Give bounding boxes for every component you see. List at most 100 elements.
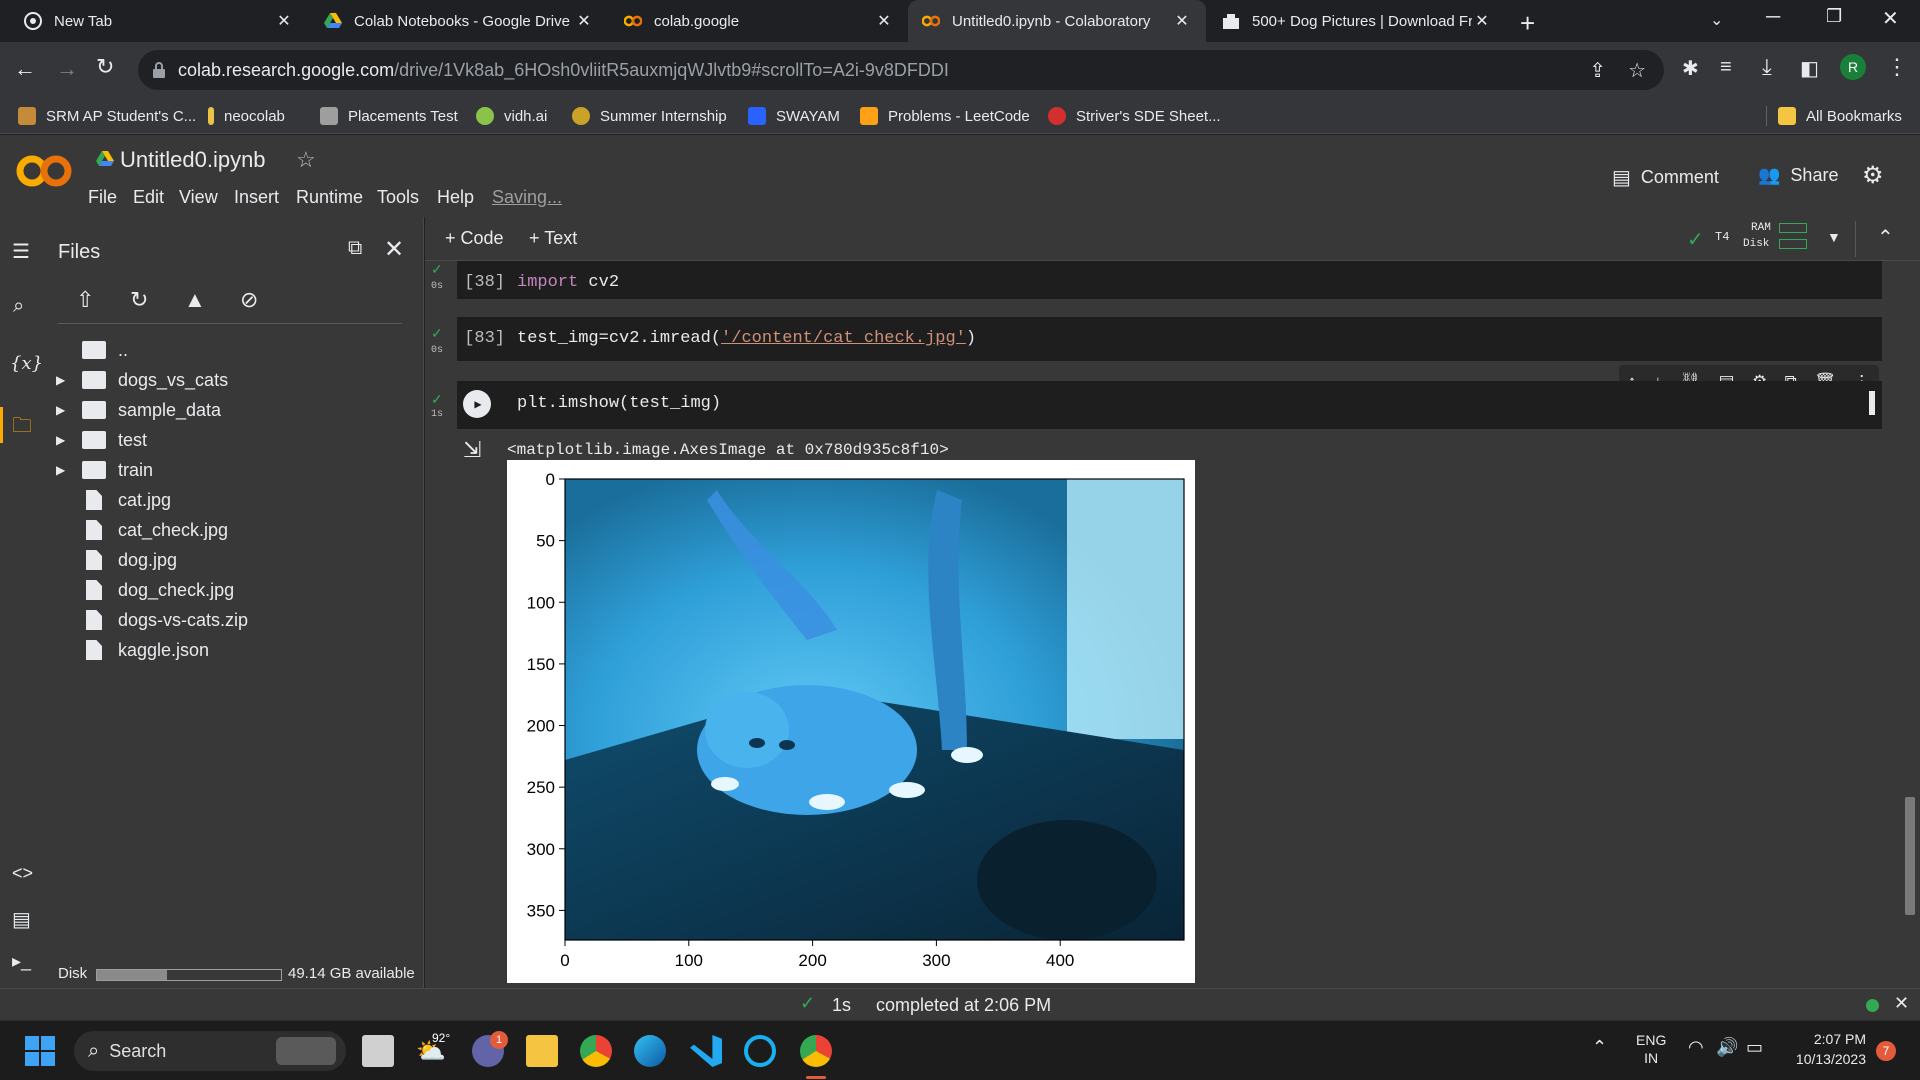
folder-item[interactable]: ▶ test [56,427,147,453]
folder-item[interactable]: ▶ dogs_vs_cats [56,367,228,393]
notebook-scrollbar[interactable] [1905,797,1915,915]
forward-arrow-icon[interactable]: → [56,56,78,82]
windows-start-icon[interactable] [24,1035,56,1067]
tab-untitled0-colaboratory[interactable]: Untitled0.ipynb - Colaboratory ✕ [908,0,1206,42]
star-icon[interactable]: ☆ [296,147,316,173]
taskbar-search[interactable]: ⌕ Search [74,1031,346,1071]
hide-files-icon[interactable]: ⊘ [240,287,258,313]
menu-help[interactable]: Help [437,187,474,208]
new-tab-button[interactable]: + [1520,8,1535,39]
tab-colab-google[interactable]: colab.google ✕ [610,0,908,42]
folder-item[interactable]: ▶ train [56,457,153,483]
tab-new-tab[interactable]: New Tab ✕ [10,0,308,42]
close-icon[interactable]: ✕ [1172,11,1192,31]
window-close-button[interactable]: ✕ [1882,6,1899,31]
bookmark-star-icon[interactable]: ☆ [1628,58,1646,83]
code-snippets-icon[interactable]: <> [12,863,33,884]
code-cell-active[interactable]: ▶ plt.imshow(test_img) [457,381,1882,429]
tab-search-icon[interactable]: ⌄ [1710,10,1723,30]
close-icon[interactable]: ✕ [274,11,294,31]
menu-runtime[interactable]: Runtime [296,187,363,208]
upload-icon[interactable]: ⇧ [76,287,94,313]
menu-edit[interactable]: Edit [133,187,164,208]
code-line[interactable]: plt.imshow(test_img) [517,394,721,413]
vscode-icon[interactable] [690,1035,722,1067]
saving-status[interactable]: Saving... [492,187,562,208]
tab-colab-notebooks-drive[interactable]: Colab Notebooks - Google Drive ✕ [310,0,608,42]
collapse-header-icon[interactable]: ⌃ [1877,225,1894,250]
browser-menu-icon[interactable]: ⋮ [1886,54,1908,80]
bookmark-leetcode[interactable]: Problems - LeetCode [860,98,1030,134]
menu-file[interactable]: File [88,187,117,208]
file-item[interactable]: cat.jpg [82,487,171,513]
runtime-type[interactable]: T4 [1715,230,1729,244]
restore-button[interactable]: ❐ [1826,6,1842,27]
search-icon[interactable]: ⌕ [13,295,24,318]
caret-right-icon[interactable]: ▶ [56,433,65,447]
folder-item[interactable]: ▶ sample_data [56,397,221,423]
battery-icon[interactable]: ▭ [1746,1037,1763,1058]
bookmark-placements-test[interactable]: Placements Test [320,98,458,134]
colab-logo-icon[interactable] [16,153,72,189]
code-line[interactable]: test_img=cv2.imread('/content/cat_check.… [517,329,976,348]
bookmark-srm[interactable]: SRM AP Student's C... [18,98,196,134]
task-view-icon[interactable] [362,1035,394,1067]
file-item[interactable]: dogs-vs-cats.zip [82,607,248,633]
address-bar[interactable]: colab.research.google.com/drive/1Vk8ab_6… [138,50,1664,90]
code-cell[interactable]: [38] import cv2 [457,261,1882,299]
settings-gear-icon[interactable]: ⚙ [1862,161,1884,190]
show-hidden-icons[interactable]: ⌃ [1592,1037,1607,1058]
file-item[interactable]: dog.jpg [82,547,177,573]
runtime-dropdown-icon[interactable]: ▼ [1827,229,1841,245]
command-palette-icon[interactable]: ▤ [12,907,31,932]
cortana-icon[interactable] [744,1035,776,1067]
add-text-button[interactable]: + Text [529,228,577,249]
google-drive-icon[interactable] [96,151,114,167]
caret-right-icon[interactable]: ▶ [56,403,65,417]
terminal-icon[interactable]: ▸_ [12,951,31,972]
download-icon[interactable]: ⤓ [1762,54,1772,80]
side-panel-icon[interactable]: ◧ [1800,56,1819,81]
open-in-tab-icon[interactable]: ⧉ [348,237,362,260]
chrome-icon[interactable] [580,1035,612,1067]
menu-insert[interactable]: Insert [234,187,279,208]
file-item[interactable]: kaggle.json [82,637,209,663]
close-panel-icon[interactable]: ✕ [384,235,404,264]
variables-icon[interactable]: {x} [10,353,43,374]
add-code-button[interactable]: + Code [445,228,504,249]
bookmark-neocolab[interactable]: neocolab [208,98,285,134]
caret-right-icon[interactable]: ▶ [56,373,65,387]
reload-icon[interactable]: ↻ [96,54,114,80]
close-icon[interactable]: ✕ [1472,11,1492,31]
back-arrow-icon[interactable]: ← [14,56,36,82]
tab-dog-pictures[interactable]: 500+ Dog Pictures | Download Free ✕ [1208,0,1506,42]
code-cell[interactable]: [83] test_img=cv2.imread('/content/cat_c… [457,317,1882,361]
clock[interactable]: 2:07 PM 10/13/2023 [1784,1029,1866,1069]
mount-drive-icon[interactable]: ▲ [184,287,206,313]
caret-right-icon[interactable]: ▶ [56,463,65,477]
edge-icon[interactable] [634,1035,666,1067]
menu-view[interactable]: View [179,187,218,208]
notification-badge[interactable]: 7 [1876,1041,1896,1061]
all-bookmarks[interactable]: All Bookmarks [1778,98,1902,134]
share-page-icon[interactable]: ⇪ [1589,58,1606,83]
file-item[interactable]: dog_check.jpg [82,577,234,603]
table-of-contents-icon[interactable]: ☰ [12,239,30,264]
notebook-title[interactable]: Untitled0.ipynb [120,147,266,173]
bookmark-striver[interactable]: Striver's SDE Sheet... [1048,98,1221,134]
chrome-profile-icon[interactable] [800,1035,832,1067]
minimize-button[interactable]: ─ [1766,6,1780,29]
close-icon[interactable]: ✕ [874,11,894,31]
language-indicator[interactable]: ENG IN [1636,1031,1666,1067]
file-explorer-icon[interactable] [526,1035,558,1067]
bookmark-swayam[interactable]: SWAYAM [748,98,840,134]
share-button[interactable]: 👥 Share [1758,165,1838,186]
comment-button[interactable]: ▤ Comment [1612,165,1719,190]
code-line[interactable]: import cv2 [517,273,619,292]
bookmark-summer-internship[interactable]: Summer Internship [572,98,727,134]
status-close-icon[interactable]: ✕ [1894,993,1909,1014]
files-folder-icon[interactable]: 🗀 [12,411,32,445]
refresh-folder-icon[interactable]: ↻ [130,287,148,313]
extensions-icon[interactable]: ✱ [1682,56,1699,81]
wifi-icon[interactable]: ◠ [1688,1037,1704,1058]
